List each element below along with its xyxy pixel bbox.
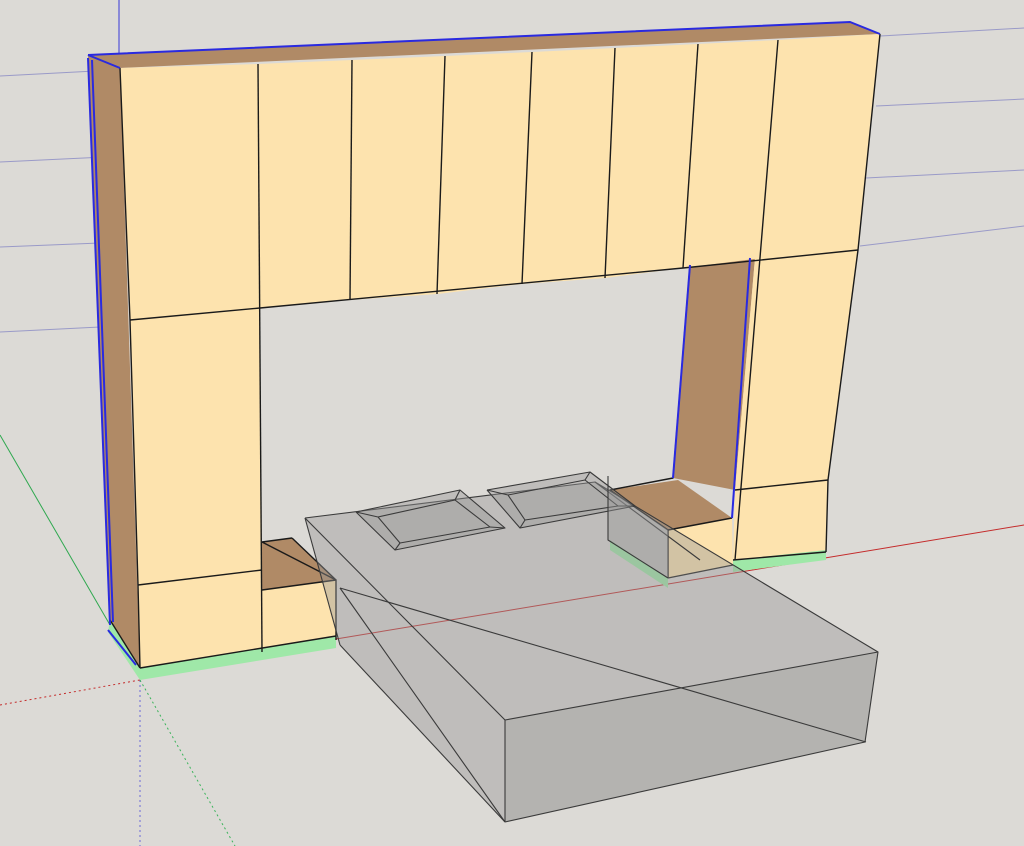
green-axis (0, 434, 111, 626)
left-tower-door (130, 308, 262, 585)
scene-canvas[interactable] (0, 0, 1024, 846)
right-tower-door (735, 250, 858, 490)
right-tower-drawer (733, 480, 828, 560)
sketchup-3d-viewport[interactable] (0, 0, 1024, 846)
green-axis-dotted (139, 679, 236, 846)
red-axis-dotted (0, 679, 141, 706)
